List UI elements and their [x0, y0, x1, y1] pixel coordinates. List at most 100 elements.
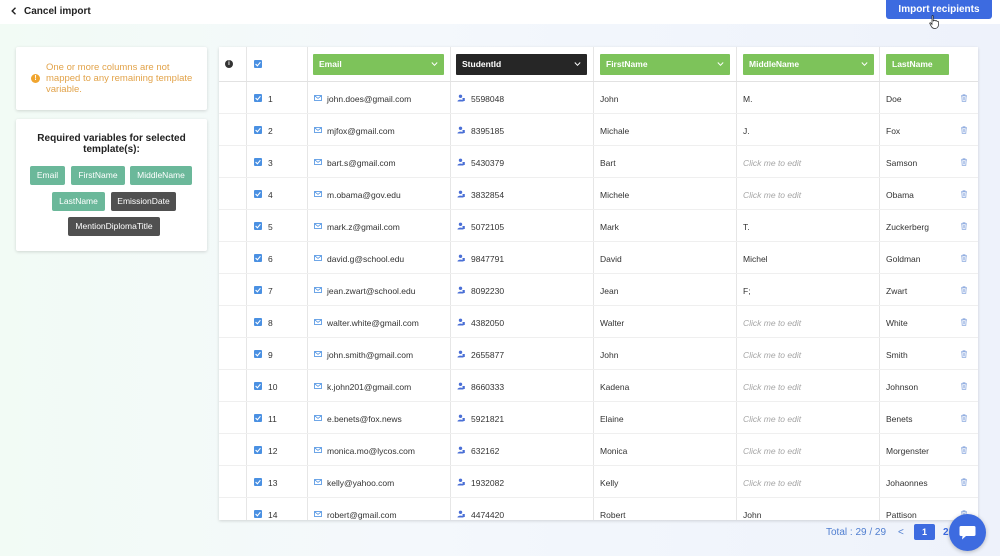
middle-name-cell[interactable]: Click me to edit [743, 190, 801, 200]
import-recipients-button[interactable]: Import recipients [886, 0, 992, 19]
row-checkbox[interactable] [254, 158, 262, 166]
trash-icon[interactable] [960, 478, 968, 486]
first-name-cell[interactable]: Michale [600, 126, 629, 136]
email-cell[interactable]: john.does@gmail.com [327, 94, 411, 104]
first-name-cell[interactable]: Michele [600, 190, 629, 200]
middle-name-cell[interactable]: Click me to edit [743, 446, 801, 456]
last-name-cell[interactable]: Johaonnes [886, 478, 928, 488]
trash-icon[interactable] [960, 222, 968, 230]
student-id-cell[interactable]: 4474420 [471, 510, 504, 520]
info-icon[interactable]: i [225, 60, 233, 68]
middle-name-cell[interactable]: J. [743, 126, 750, 136]
row-checkbox[interactable] [254, 94, 262, 102]
trash-icon[interactable] [960, 382, 968, 390]
email-cell[interactable]: jean.zwart@school.edu [327, 286, 415, 296]
middle-name-cell[interactable]: T. [743, 222, 750, 232]
email-cell[interactable]: e.benets@fox.news [327, 414, 402, 424]
student-id-cell[interactable]: 8660333 [471, 382, 504, 392]
trash-icon[interactable] [960, 286, 968, 294]
email-cell[interactable]: walter.white@gmail.com [327, 318, 419, 328]
first-name-cell[interactable]: John [600, 94, 618, 104]
middle-name-cell[interactable]: John [743, 510, 761, 520]
trash-icon[interactable] [960, 350, 968, 358]
column-header-middlename[interactable]: MiddleName [743, 54, 874, 75]
last-name-cell[interactable]: Smith [886, 350, 908, 360]
last-name-cell[interactable]: Benets [886, 414, 912, 424]
first-name-cell[interactable]: Bart [600, 158, 616, 168]
row-checkbox[interactable] [254, 414, 262, 422]
middle-name-cell[interactable]: Click me to edit [743, 318, 801, 328]
student-id-cell[interactable]: 3832854 [471, 190, 504, 200]
trash-icon[interactable] [960, 446, 968, 454]
select-all-checkbox[interactable] [254, 60, 262, 68]
middle-name-cell[interactable]: Click me to edit [743, 350, 801, 360]
email-cell[interactable]: mjfox@gmail.com [327, 126, 395, 136]
chat-button[interactable] [949, 514, 986, 551]
email-cell[interactable]: john.smith@gmail.com [327, 350, 413, 360]
student-id-cell[interactable]: 632162 [471, 446, 499, 456]
middle-name-cell[interactable]: Click me to edit [743, 478, 801, 488]
student-id-cell[interactable]: 2655877 [471, 350, 504, 360]
middle-name-cell[interactable]: Click me to edit [743, 414, 801, 424]
email-cell[interactable]: bart.s@gmail.com [327, 158, 396, 168]
middle-name-cell[interactable]: Click me to edit [743, 382, 801, 392]
column-header-firstname[interactable]: FirstName [600, 54, 730, 75]
student-id-cell[interactable]: 8395185 [471, 126, 504, 136]
student-id-cell[interactable]: 5072105 [471, 222, 504, 232]
email-cell[interactable]: robert@gmail.com [327, 510, 397, 520]
email-cell[interactable]: kelly@yahoo.com [327, 478, 394, 488]
first-name-cell[interactable]: Monica [600, 446, 627, 456]
middle-name-cell[interactable]: Michel [743, 254, 768, 264]
student-id-cell[interactable]: 5430379 [471, 158, 504, 168]
trash-icon[interactable] [960, 126, 968, 134]
middle-name-cell[interactable]: F; [743, 286, 751, 296]
row-checkbox[interactable] [254, 254, 262, 262]
last-name-cell[interactable]: Zuckerberg [886, 222, 929, 232]
pagination-page-1[interactable]: 1 [914, 524, 935, 540]
middle-name-cell[interactable]: Click me to edit [743, 158, 801, 168]
first-name-cell[interactable]: Elaine [600, 414, 624, 424]
trash-icon[interactable] [960, 190, 968, 198]
row-checkbox[interactable] [254, 318, 262, 326]
row-checkbox[interactable] [254, 478, 262, 486]
last-name-cell[interactable]: Doe [886, 94, 902, 104]
trash-icon[interactable] [960, 94, 968, 102]
student-id-cell[interactable]: 8092230 [471, 286, 504, 296]
cancel-import-button[interactable]: Cancel import [10, 4, 91, 18]
first-name-cell[interactable]: Walter [600, 318, 624, 328]
row-checkbox[interactable] [254, 126, 262, 134]
email-cell[interactable]: mark.z@gmail.com [327, 222, 400, 232]
last-name-cell[interactable]: Pattison [886, 510, 917, 520]
trash-icon[interactable] [960, 254, 968, 262]
first-name-cell[interactable]: Mark [600, 222, 619, 232]
student-id-cell[interactable]: 5598048 [471, 94, 504, 104]
first-name-cell[interactable]: Robert [600, 510, 626, 520]
row-checkbox[interactable] [254, 286, 262, 294]
last-name-cell[interactable]: Samson [886, 158, 917, 168]
last-name-cell[interactable]: Goldman [886, 254, 921, 264]
student-id-cell[interactable]: 1932082 [471, 478, 504, 488]
middle-name-cell[interactable]: M. [743, 94, 752, 104]
email-cell[interactable]: monica.mo@lycos.com [327, 446, 415, 456]
email-cell[interactable]: k.john201@gmail.com [327, 382, 411, 392]
row-checkbox[interactable] [254, 222, 262, 230]
email-cell[interactable]: m.obama@gov.edu [327, 190, 401, 200]
row-checkbox[interactable] [254, 510, 262, 518]
first-name-cell[interactable]: David [600, 254, 622, 264]
first-name-cell[interactable]: Jean [600, 286, 618, 296]
last-name-cell[interactable]: Morgenster [886, 446, 929, 456]
row-checkbox[interactable] [254, 190, 262, 198]
student-id-cell[interactable]: 9847791 [471, 254, 504, 264]
email-cell[interactable]: david.g@school.edu [327, 254, 404, 264]
row-checkbox[interactable] [254, 350, 262, 358]
column-header-lastname[interactable]: LastName [886, 54, 949, 75]
trash-icon[interactable] [960, 318, 968, 326]
trash-icon[interactable] [960, 158, 968, 166]
last-name-cell[interactable]: Fox [886, 126, 900, 136]
column-header-studentid[interactable]: StudentId [456, 54, 587, 75]
first-name-cell[interactable]: Kadena [600, 382, 629, 392]
first-name-cell[interactable]: John [600, 350, 618, 360]
row-checkbox[interactable] [254, 446, 262, 454]
pagination-prev-button[interactable]: < [898, 527, 904, 538]
column-header-email[interactable]: Email [313, 54, 444, 75]
